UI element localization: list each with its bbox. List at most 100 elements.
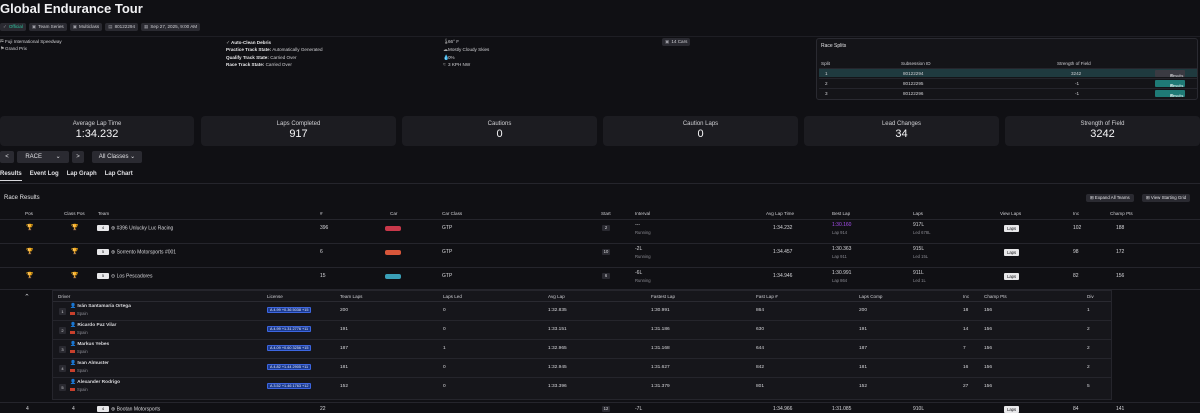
car-icon: ▣ [665, 39, 670, 44]
badge-label: Official [8, 24, 23, 29]
team-cell[interactable]: 4 ⊕ #396 Unlucky Luc Racing [97, 225, 173, 231]
laps-cell: 917L Led 678L [913, 222, 930, 235]
division: 2 [1087, 365, 1090, 370]
fast-lap-number: 842 [756, 365, 765, 370]
driver-position-value: 5 [59, 384, 66, 391]
drivers-count-icon: 5 [97, 249, 109, 255]
session-select-value: RACE [25, 154, 42, 160]
team-cell[interactable]: 4 ⊕ Bootan Motorsports [97, 406, 160, 412]
tab-results[interactable]: Results [0, 171, 22, 181]
expand-all-teams-button[interactable]: ⊞ Expand All Teams [1086, 194, 1134, 202]
fast-lap-number: 630 [756, 327, 765, 332]
split-results-button[interactable]: ☰ Results [1155, 80, 1185, 88]
col-driver: Driver [58, 294, 71, 299]
team-cell[interactable]: 5 ⊖ Los Pescadores [97, 273, 152, 279]
stat-label: Lead Changes [881, 121, 922, 127]
driver-cell[interactable]: 👤 Iván Santamaría Ortega Spain [70, 304, 131, 316]
driver-position: 5 [59, 384, 66, 391]
view-laps-button[interactable]: Laps [1004, 249, 1020, 256]
division: 2 [1087, 327, 1090, 332]
table-row[interactable]: 4 4 4 ⊕ Bootan Motorsports 22 12 -7L 1:34… [0, 402, 1200, 413]
view-laps-label: Laps [1004, 249, 1020, 256]
driver-country: Spain [77, 330, 88, 335]
laps-value: 915L [913, 246, 925, 252]
laps-led: Led 678L [913, 230, 931, 235]
team-drivers-panel: Driver License Team Laps Laps Led Avg La… [52, 290, 1112, 400]
fastest-lap: 1:31.168 [651, 346, 670, 351]
stat-label: Cautions [487, 121, 512, 127]
driver-name: Ivan Almuster [77, 361, 109, 366]
interval-cell: --- Running [635, 222, 651, 235]
next-session-button[interactable]: > [72, 151, 84, 163]
spain-flag-icon [70, 350, 75, 354]
driver-row[interactable]: 1 👤 Iván Santamaría Ortega Spain A 4.99 +… [53, 302, 1111, 321]
start-position-value: 10 [602, 249, 610, 255]
divider [0, 183, 1200, 184]
driver-cell[interactable]: 👤 Markus Yebes Spain [70, 342, 109, 354]
team-cell[interactable]: 5 ⊕ Sorrento Motorsports #001 [97, 249, 176, 255]
tab-lap-chart[interactable]: Lap Chart [105, 171, 133, 181]
team-laps: 181 [340, 365, 349, 370]
stat-card-sof: Strength of Field 3242 [1005, 116, 1200, 146]
practice-value: Automatically Generated [272, 47, 323, 52]
driver-cell[interactable]: 👤 Alexander Rodrigo Spain [70, 380, 120, 392]
status-text: Running [635, 254, 651, 259]
status-text: Running [635, 278, 651, 283]
session-select[interactable]: RACE ⌄ [17, 151, 69, 163]
class-filter-select[interactable]: All Classes ⌄ [92, 151, 142, 163]
champ-points: 188 [1116, 225, 1125, 231]
table-row[interactable]: 🏆 🏆 4 ⊕ #396 Unlucky Luc Racing 396 GTP 2… [0, 220, 1200, 244]
stat-value: 1:34.232 [75, 128, 119, 140]
driver-position: 2 [59, 327, 66, 334]
driver-name: Ricardo Paz Vilar [77, 323, 117, 328]
driver-row[interactable]: 2 👤 Ricardo Paz Vilar Spain A 4.99 +1.31 … [53, 321, 1111, 340]
view-laps-button[interactable]: Laps [1004, 406, 1020, 413]
split-sof: -1 [1075, 81, 1080, 86]
start-position: 6 [602, 273, 610, 279]
driver-cell[interactable]: 👤 Ivan Almuster Spain [70, 361, 109, 373]
incidents: 27 [963, 384, 969, 389]
spain-flag-icon [70, 312, 75, 316]
driver-cell[interactable]: 👤 Ricardo Paz Vilar Spain [70, 323, 116, 335]
car-icon [385, 226, 401, 232]
driver-row[interactable]: 5 👤 Alexander Rodrigo Spain A 3.52 +1.46 … [53, 378, 1111, 397]
session-badges: ✓ Official ▣ Team Series ▣ Multiclass ▤ 8012… [0, 23, 201, 31]
split-results-button[interactable]: ☰ Results [1155, 70, 1185, 78]
avg-lap-time: 1:34.457 [773, 249, 793, 255]
prev-session-button[interactable]: < [0, 151, 14, 163]
results-table-header: Pos Class Pos Team # Car Car Class Start… [0, 206, 1200, 220]
license-badge: A 3.52 +1.46 1763 +12 [267, 383, 312, 389]
table-row[interactable]: 🏆 🏆 5 ⊖ Los Pescadores 15 GTP 6 -6L Runnin… [0, 268, 1200, 290]
split-row[interactable]: 1 80122294 3242 ☰ Results [819, 68, 1197, 78]
check-icon: ✓ [3, 24, 7, 29]
tab-lap-graph[interactable]: Lap Graph [67, 171, 97, 181]
view-laps-button[interactable]: Laps [1004, 225, 1020, 232]
collapse-team-button[interactable]: ⌃ [24, 293, 30, 301]
avg-lap-time: 1:34.966 [773, 406, 793, 412]
tab-event-log[interactable]: Event Log [30, 171, 59, 181]
table-row[interactable]: 🏆 🏆 5 ⊕ Sorrento Motorsports #001 6 GTP 1… [0, 244, 1200, 268]
fastest-lap: 1:31.379 [651, 384, 670, 389]
car-number: 22 [320, 406, 326, 412]
badge-label: Sep 27, 2025, 9:00 AM [150, 24, 198, 29]
car-livery-icon [385, 274, 401, 280]
team-laps: 187 [340, 346, 349, 351]
view-starting-grid-button[interactable]: ⊞ View Starting Grid [1142, 194, 1191, 202]
driver-row[interactable]: 3 👤 Markus Yebes Spain A 4.09 +0.60 3256 … [53, 340, 1111, 359]
race-state: Race Track State: Carried Over [226, 62, 292, 67]
status-text: Running [635, 230, 651, 235]
split-row[interactable]: 3 80122296 -1 ☰ Results [819, 88, 1197, 98]
col-car-class: Car Class [442, 211, 463, 216]
humidity: 💧0% [443, 55, 455, 61]
license-text: A 4.09 +0.60 3256 +15 [267, 345, 312, 351]
split-header: Split [821, 61, 830, 66]
split-results-button[interactable]: ☰ Results [1155, 90, 1185, 98]
view-laps-button[interactable]: Laps [1004, 273, 1020, 280]
col-view-laps: View Laps [1000, 211, 1022, 216]
expand-label: Expand All Teams [1094, 195, 1130, 200]
best-lap-number: Lap 914 [832, 230, 848, 235]
driver-row[interactable]: 4 👤 Ivan Almuster Spain A 4.82 +1.44 2905… [53, 359, 1111, 378]
team-name: Bootan Motorsports [116, 406, 161, 413]
fastest-lap: 1:31.186 [651, 327, 670, 332]
split-row[interactable]: 2 80122295 -1 ☰ Results [819, 78, 1197, 88]
